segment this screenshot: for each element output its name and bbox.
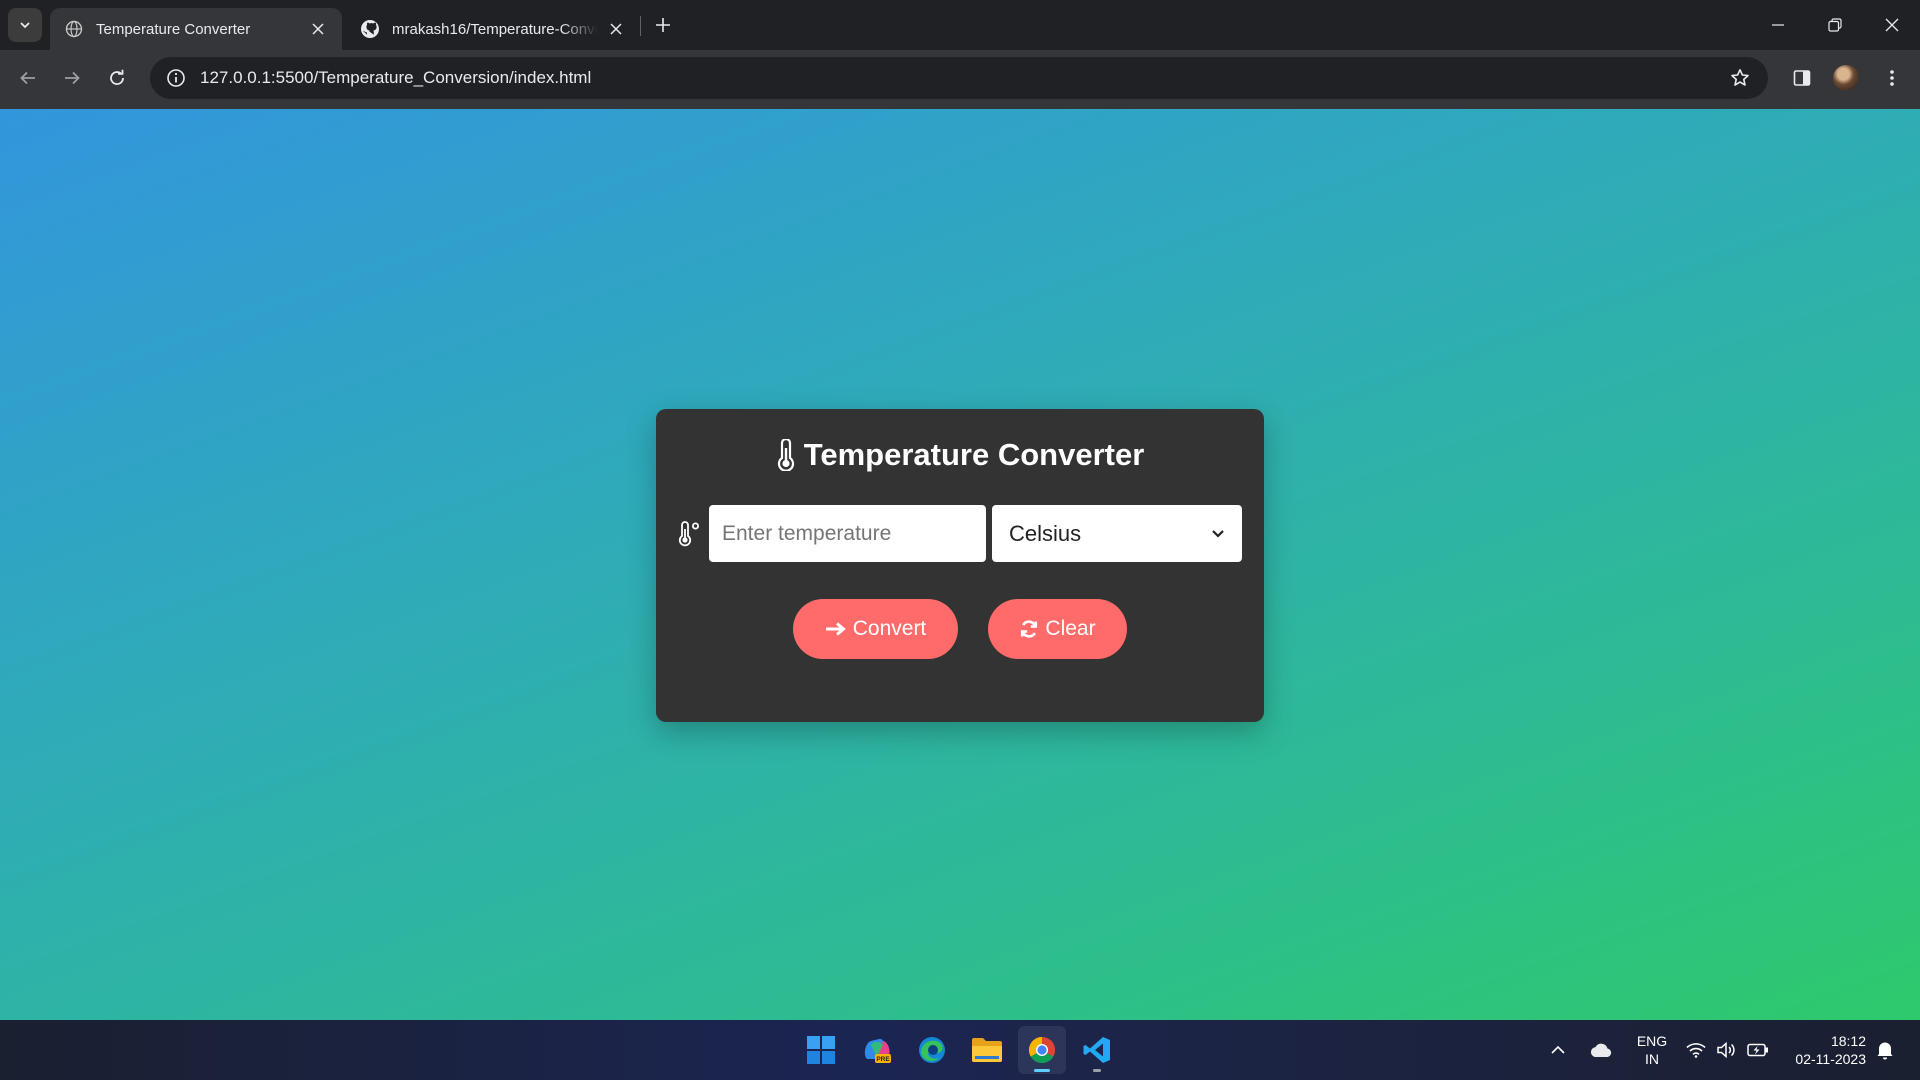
arrow-right-icon (825, 622, 846, 636)
minimize-button[interactable] (1749, 0, 1806, 50)
notifications-tray[interactable] (1876, 1020, 1894, 1080)
tab-search-button[interactable] (8, 8, 42, 42)
more-vertical-icon (1890, 70, 1894, 86)
tab-strip: Temperature Converter mrakash16/Temperat… (0, 0, 1920, 50)
profile-avatar[interactable] (1833, 65, 1859, 91)
convert-button[interactable]: Convert (793, 599, 958, 659)
thermometer-degree-icon (678, 519, 704, 549)
globe-icon (64, 19, 84, 39)
clock-time: 18:12 (1830, 1033, 1866, 1049)
site-info-icon[interactable] (164, 66, 188, 90)
page-title-row: Temperature Converter (656, 437, 1264, 473)
tab-title: Temperature Converter (96, 20, 251, 38)
restore-button[interactable] (1806, 0, 1863, 50)
forward-button[interactable] (54, 60, 90, 96)
page-title: Temperature Converter (803, 437, 1145, 472)
clock-date: 02-11-2023 (1795, 1051, 1866, 1067)
chevron-up-icon (1551, 1045, 1565, 1054)
clear-button-label: Clear (1045, 617, 1096, 640)
vscode-app[interactable] (1073, 1026, 1121, 1074)
edge-icon (919, 1037, 945, 1063)
plus-icon (656, 18, 670, 32)
tab-github-repo[interactable]: mrakash16/Temperature-Conversion (346, 8, 640, 50)
browser-toolbar: 127.0.0.1:5500/Temperature_Conversion/in… (0, 50, 1920, 109)
language-region: IN (1645, 1051, 1659, 1067)
unit-select-value: Celsius (1009, 520, 1082, 546)
wifi-icon (1686, 1043, 1706, 1058)
unit-select[interactable]: Celsius (992, 505, 1242, 562)
close-icon (1885, 18, 1898, 32)
input-row: Celsius (678, 505, 1244, 562)
volume-tray[interactable] (1717, 1020, 1737, 1080)
show-hidden-icons[interactable] (1550, 1020, 1566, 1080)
temperature-input[interactable] (709, 505, 986, 562)
start-button[interactable] (797, 1026, 845, 1074)
bell-icon (1877, 1042, 1893, 1060)
address-bar[interactable]: 127.0.0.1:5500/Temperature_Conversion/in… (150, 57, 1768, 99)
windows-taskbar: PRE ENG IN 18:12 02-11-2023 (0, 1020, 1920, 1080)
tab-title: mrakash16/Temperature-Conversion (392, 20, 598, 38)
battery-charging-icon (1747, 1043, 1768, 1057)
converter-card: Temperature Converter Celsius Convert Cl… (656, 409, 1264, 722)
cloud-icon (1590, 1043, 1612, 1057)
github-icon (360, 19, 380, 39)
arrow-right-icon (65, 71, 80, 85)
button-row: Convert Clear (656, 599, 1264, 659)
clear-button[interactable]: Clear (988, 599, 1127, 659)
tab-temperature-converter[interactable]: Temperature Converter (50, 8, 342, 50)
convert-button-label: Convert (852, 617, 927, 640)
network-tray[interactable] (1686, 1020, 1706, 1080)
reload-button[interactable] (99, 60, 135, 96)
language-indicator[interactable]: ENG IN (1632, 1032, 1672, 1068)
bookmark-star-icon[interactable] (1726, 64, 1754, 92)
copilot-icon: PRE (864, 1038, 891, 1063)
speaker-icon (1717, 1042, 1735, 1058)
menu-button[interactable] (1874, 60, 1910, 96)
refresh-icon (1021, 620, 1038, 638)
arrow-left-icon (20, 71, 35, 85)
chevron-down-icon (1212, 529, 1224, 538)
chevron-down-icon (20, 22, 30, 29)
folder-icon (972, 1038, 1002, 1062)
running-indicator (1093, 1069, 1101, 1072)
chrome-app[interactable] (1018, 1026, 1066, 1074)
vscode-icon (1083, 1037, 1110, 1063)
side-panel-icon (1793, 70, 1811, 86)
close-tab-icon[interactable] (308, 19, 328, 39)
url-text[interactable]: 127.0.0.1:5500/Temperature_Conversion/in… (200, 68, 1726, 88)
windows-logo-icon (807, 1036, 835, 1064)
window-controls (1749, 0, 1920, 50)
language-code: ENG (1636, 1033, 1668, 1049)
back-button[interactable] (10, 60, 46, 96)
new-tab-button[interactable] (650, 10, 676, 40)
thermometer-icon (777, 439, 794, 471)
edge-app[interactable] (908, 1026, 956, 1074)
file-explorer-app[interactable] (963, 1026, 1011, 1074)
page-viewport: Temperature Converter Celsius Convert Cl… (0, 109, 1920, 1020)
close-window-button[interactable] (1863, 0, 1920, 50)
battery-tray[interactable] (1747, 1020, 1769, 1080)
tab-separator (640, 16, 641, 36)
chrome-icon (1028, 1036, 1056, 1064)
close-tab-icon[interactable] (606, 19, 626, 39)
reload-icon (110, 69, 124, 85)
onedrive-tray[interactable] (1589, 1020, 1613, 1080)
copilot-app[interactable]: PRE (853, 1026, 901, 1074)
restore-icon (1827, 18, 1842, 32)
side-panel-button[interactable] (1784, 60, 1820, 96)
system-clock[interactable]: 18:12 02-11-2023 (1782, 1032, 1866, 1068)
minimize-icon (1771, 24, 1784, 26)
svg-text:PRE: PRE (876, 1056, 890, 1063)
active-indicator (1034, 1069, 1050, 1072)
